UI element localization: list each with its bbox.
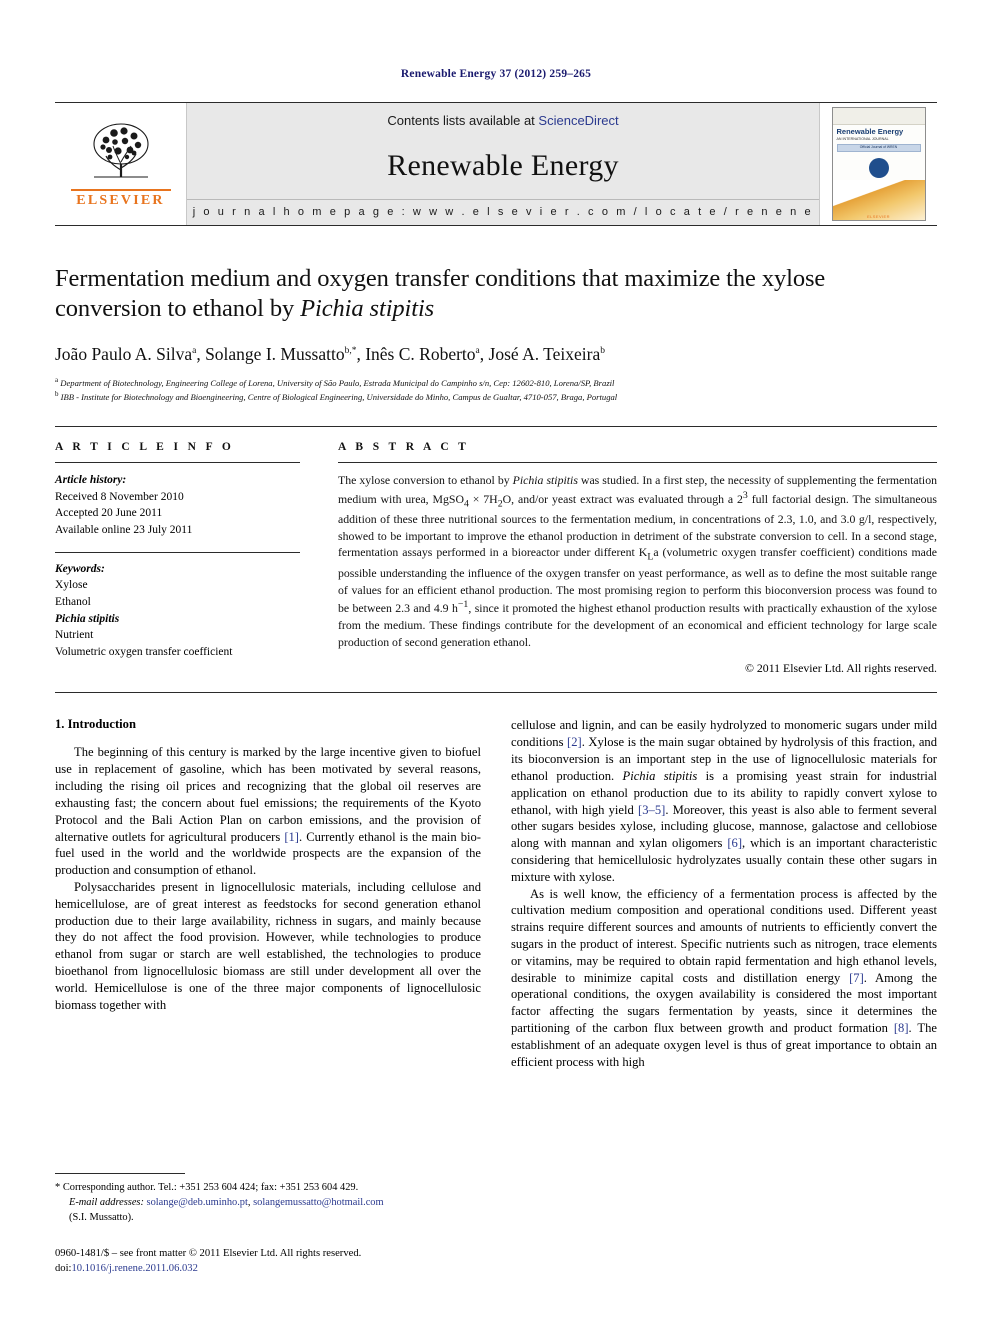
journal-cover-area: Renewable Energy AN INTERNATIONAL JOURNA… — [819, 103, 937, 225]
contents-available-line: Contents lists available at ScienceDirec… — [387, 113, 618, 128]
keywords-label: Keywords: — [55, 562, 105, 575]
paragraph: Polysaccharides present in lignocellulos… — [55, 879, 481, 1012]
doi-link[interactable]: 10.1016/j.renene.2011.06.032 — [71, 1263, 197, 1274]
doi-label: doi: — [55, 1263, 72, 1275]
corresponding-author-text: Corresponding author. Tel.: +351 253 604… — [62, 1182, 359, 1194]
history-available-online: Available online 23 July 2011 — [55, 524, 193, 537]
article-history-label: Article history: — [55, 474, 127, 486]
title-text: Fermentation medium and oxygen transfer … — [55, 265, 826, 322]
abstract-superscript: −1 — [457, 599, 469, 611]
elsevier-tree-icon — [92, 122, 149, 177]
elsevier-rule-top — [70, 188, 171, 191]
affiliation-a: a Department of Biotechnology, Engineeri… — [55, 375, 937, 390]
citation-ref[interactable]: [7] — [849, 971, 864, 985]
corresponding-marker: * — [351, 345, 357, 356]
keyword-item: Ethanol — [55, 596, 91, 609]
elsevier-logo: ELSEVIER — [69, 120, 173, 209]
corresponding-marker: * — [55, 1182, 61, 1194]
email-owner: (S.I. Mussatto). — [69, 1212, 134, 1224]
abstract-species-name: Pichia stipitis — [512, 473, 578, 487]
keyword-item: Xylose — [55, 579, 88, 592]
affil-marker-b: b — [55, 390, 59, 399]
abstract-seg: O, and/or yeast extract was evaluated th… — [502, 491, 743, 506]
title-species-name: Pichia stipitis — [300, 294, 435, 322]
journal-cover-thumbnail: Renewable Energy AN INTERNATIONAL JOURNA… — [831, 107, 926, 221]
paragraph: cellulose and lignin, and can be easily … — [511, 717, 937, 885]
body-columns: 1. Introduction The beginning of this ce… — [55, 717, 937, 1070]
citation-ref[interactable]: [3–5] — [638, 803, 665, 817]
cover-subtitle: AN INTERNATIONAL JOURNAL — [836, 136, 889, 141]
keyword-item: Nutrient — [55, 629, 94, 642]
page-title: Fermentation medium and oxygen transfer … — [55, 264, 937, 324]
cover-emblem-icon — [868, 158, 889, 179]
body-column-left: 1. Introduction The beginning of this ce… — [55, 717, 481, 1070]
imprint-issn-line: 0960-1481/$ – see front matter © 2011 El… — [55, 1248, 362, 1260]
publisher-logo-area: ELSEVIER — [55, 103, 187, 225]
author-affil-marker: a — [192, 345, 197, 356]
species-name: Pichia stipitis — [622, 768, 698, 783]
abstract-seg: × 7H — [468, 491, 498, 506]
article-info-heading: A R T I C L E I N F O — [55, 441, 235, 453]
email-link-secondary[interactable]: solangemussatto@hotmail.com — [253, 1197, 384, 1208]
footnote-rule — [55, 1173, 185, 1175]
info-abstract-band: A R T I C L E I N F O Article history: R… — [55, 426, 937, 694]
running-head: Renewable Energy 37 (2012) 259–265 — [400, 68, 592, 80]
imprint-doi-line: doi:10.1016/j.renene.2011.06.032 — [55, 1262, 495, 1277]
affiliation-a-text: Department of Biotechnology, Engineering… — [60, 377, 615, 388]
contents-prefix: Contents lists available at — [387, 113, 535, 128]
body-column-right: cellulose and lignin, and can be easily … — [511, 717, 937, 1070]
journal-homepage-bar[interactable]: j o u r n a l h o m e p a g e : w w w . … — [187, 199, 819, 225]
footnote-area: * Corresponding author. Tel.: +351 253 6… — [55, 1173, 495, 1277]
history-received: Received 8 November 2010 — [55, 490, 184, 503]
affiliations: a Department of Biotechnology, Engineeri… — [55, 375, 937, 405]
cover-footer-wordmark: ELSEVIER — [867, 214, 890, 219]
cover-top-strip — [832, 108, 925, 125]
masthead-center: Contents lists available at ScienceDirec… — [187, 103, 819, 225]
citation-ref[interactable]: [2] — [567, 735, 582, 749]
history-accepted: Accepted 20 June 2011 — [55, 507, 163, 520]
keyword-item: Pichia stipitis — [55, 612, 120, 625]
citation-ref[interactable]: [8] — [894, 1021, 909, 1035]
affiliation-b-text: IBB - Institute for Biotechnology and Bi… — [60, 392, 618, 403]
email-link-primary[interactable]: solange@deb.uminho.pt — [147, 1197, 248, 1208]
corresponding-author-note: * Corresponding author. Tel.: +351 253 6… — [55, 1180, 495, 1195]
journal-masthead: ELSEVIER Contents lists available at Sci… — [55, 102, 937, 226]
affiliation-b: b IBB - Institute for Biotechnology and … — [55, 389, 937, 404]
citation-ref[interactable]: [1] — [284, 830, 299, 844]
imprint-block: 0960-1481/$ – see front matter © 2011 El… — [55, 1247, 495, 1277]
email-note: E-mail addresses: solange@deb.uminho.pt,… — [55, 1195, 495, 1210]
paragraph: As is well know, the efficiency of a fer… — [511, 886, 937, 1071]
author-affil-marker: a — [475, 345, 480, 356]
abstract-rule — [338, 462, 937, 463]
title-block: Fermentation medium and oxygen transfer … — [55, 264, 937, 404]
author-affil-marker: b, — [344, 345, 352, 356]
keyword-item: Volumetric oxygen transfer coefficient — [55, 646, 233, 659]
abstract-seg: The xylose conversion to ethanol by — [338, 473, 513, 487]
cover-band: Official Journal of WREN — [836, 144, 921, 153]
author-list: João Paulo A. Silvaa, Solange I. Mussatt… — [55, 343, 605, 364]
abstract-text: The xylose conversion to ethanol by Pich… — [338, 472, 937, 650]
paragraph: The beginning of this century is marked … — [55, 744, 481, 879]
affil-marker-a: a — [55, 375, 59, 384]
elsevier-wordmark: ELSEVIER — [76, 192, 165, 208]
article-info-column: A R T I C L E I N F O Article history: R… — [55, 441, 300, 676]
journal-title: Renewable Energy — [387, 148, 619, 182]
article-info-rule — [55, 462, 300, 463]
sciencedirect-link[interactable]: ScienceDirect — [538, 113, 618, 128]
email-label: E-mail addresses: — [69, 1197, 144, 1209]
cover-title: Renewable Energy — [836, 127, 904, 136]
keywords-rule — [55, 551, 300, 553]
citation-ref[interactable]: [6] — [727, 836, 742, 850]
section-heading-introduction: 1. Introduction — [55, 717, 136, 732]
abstract-copyright: © 2011 Elsevier Ltd. All rights reserved… — [745, 661, 937, 676]
author-affil-marker: b — [600, 345, 605, 356]
paper-page: Renewable Energy 37 (2012) 259–265 ELSEV… — [0, 0, 992, 1323]
abstract-heading: A B S T R A C T — [338, 441, 470, 453]
abstract-column: A B S T R A C T The xylose conversion to… — [338, 441, 937, 676]
